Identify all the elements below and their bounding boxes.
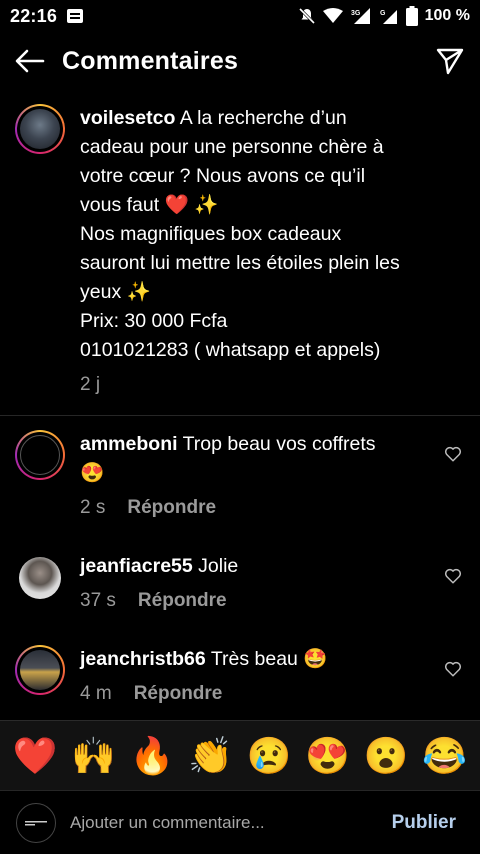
post-caption: voilesetco A la recherche d’un cadeau po… [80, 104, 450, 365]
publish-button[interactable]: Publier [392, 812, 456, 834]
comment-text: ammeboni Trop beau vos coffrets 😍 [80, 430, 430, 488]
page-title: Commentaires [62, 46, 239, 75]
reply-button[interactable]: Répondre [138, 590, 227, 612]
caption-line: sauront lui mettre les étoiles plein les [80, 252, 400, 274]
comment-body: Jolie [198, 555, 239, 577]
signal-3g-icon: 3G [350, 7, 372, 25]
comment-meta: 2 s Répondre [80, 497, 216, 519]
comment-input-bar: Publier [0, 790, 480, 854]
comment-username[interactable]: jeanchristb66 [80, 648, 206, 670]
user-avatar [16, 802, 56, 843]
wifi-icon [322, 8, 343, 24]
arrow-left-icon [15, 49, 45, 73]
caption-line: votre cœur ? Nous avons ce qu’il [80, 165, 366, 187]
caption-line: cadeau pour une personne chère à [80, 136, 384, 158]
svg-text:3G: 3G [351, 10, 361, 17]
emoji-laughing[interactable]: 😂 [422, 737, 467, 774]
emoji-surprised[interactable]: 😮 [364, 737, 409, 774]
emoji-clap[interactable]: 👏 [188, 737, 233, 774]
heart-outline-icon[interactable] [444, 567, 462, 585]
comment-username[interactable]: jeanfiacre55 [80, 555, 193, 577]
comment-meta: 37 s Répondre [80, 590, 227, 612]
reply-button[interactable]: Répondre [127, 497, 216, 519]
post-meta: 2 j [80, 374, 100, 396]
avatar-jeanfiacre55[interactable] [19, 557, 61, 599]
logo-mark [25, 820, 47, 825]
caption-line: vous faut ❤️ ✨ [80, 194, 219, 216]
caption-line: yeux ✨ [80, 281, 151, 303]
comment-time: 37 s [80, 590, 116, 611]
emoji-quick-bar: ❤️ 🙌 🔥 👏 😢 😍 😮 😂 [0, 720, 480, 790]
comment-username[interactable]: ammeboni [80, 433, 178, 455]
comment-body: Très beau 🤩 [210, 648, 328, 670]
comment-body: 😍 [80, 462, 105, 484]
signal-g-icon: G [379, 7, 399, 25]
message-notification-icon [67, 9, 84, 23]
avatar-jeanchristb66[interactable] [15, 645, 65, 695]
battery-icon [405, 6, 418, 26]
heart-outline-icon[interactable] [444, 660, 462, 678]
status-time: 22:16 [10, 5, 58, 26]
emoji-heart[interactable]: ❤️ [13, 737, 58, 774]
caption-line: Prix: 30 000 Fcfa [80, 310, 228, 332]
avatar-ammeboni[interactable] [15, 430, 65, 480]
battery-percent: 100 % [424, 7, 470, 24]
mute-icon [298, 7, 316, 25]
comment-input[interactable] [70, 812, 392, 833]
comment-body: Trop beau vos coffrets [182, 433, 376, 455]
share-button[interactable] [420, 32, 480, 90]
avatar-voilesetco[interactable] [15, 104, 65, 154]
status-bar: 22:16 3G G 100 % [0, 0, 480, 32]
back-button[interactable] [0, 32, 60, 90]
heart-outline-icon[interactable] [444, 445, 462, 463]
emoji-heart-eyes[interactable]: 😍 [305, 737, 350, 774]
caption-line: Nos magnifiques box cadeaux [80, 223, 342, 245]
comment-text: jeanchristb66 Très beau 🤩 [80, 645, 430, 674]
paper-plane-icon [436, 48, 464, 75]
post-time: 2 j [80, 374, 101, 395]
comment-meta: 4 m Répondre [80, 683, 222, 705]
reply-button[interactable]: Répondre [134, 683, 223, 705]
comment-time: 4 m [80, 683, 112, 704]
emoji-raised-hands[interactable]: 🙌 [71, 737, 116, 774]
emoji-crying[interactable]: 😢 [247, 737, 292, 774]
comment-time: 2 s [80, 497, 106, 518]
caption-line: 0101021283 ( whatsapp et appels) [80, 339, 381, 361]
emoji-fire[interactable]: 🔥 [130, 737, 175, 774]
divider [0, 415, 480, 416]
svg-text:G: G [380, 10, 386, 17]
post-username[interactable]: voilesetco [80, 107, 175, 129]
comment-text: jeanfiacre55 Jolie [80, 552, 430, 581]
caption-line: A la recherche d’un [179, 107, 347, 129]
header: Commentaires [0, 32, 480, 90]
